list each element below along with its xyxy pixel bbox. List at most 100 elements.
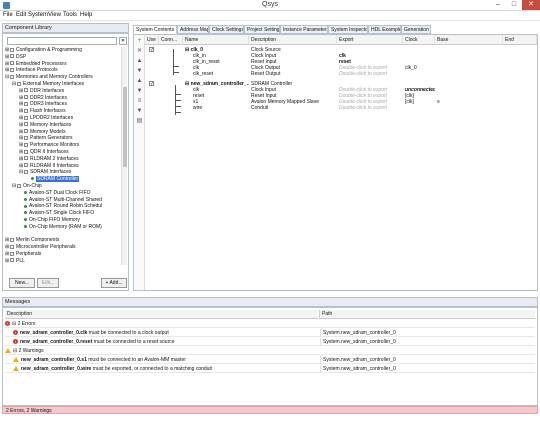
cell-clock[interactable] [405,105,435,111]
tree-item[interactable]: Avalon-ST Round Robin Schedul [19,203,102,209]
col-header-description[interactable]: Description [249,35,337,45]
message-row[interactable]: new_sdram_controller_0.wire must be expo… [5,365,535,373]
maximize-button[interactable]: □ [506,0,522,10]
tree-item[interactable]: Avalon-ST Dual Clock FIFO [19,190,91,196]
tree-folder[interactable]: ⊟ External Memory Interfaces [12,81,84,87]
tree-folder[interactable]: ⊞ PLL [5,258,25,264]
col-header-base[interactable]: Base [435,35,503,45]
menu-system[interactable]: System [28,12,48,18]
tree-item[interactable]: On-Chip FIFO Memory [19,217,80,223]
col-header-name[interactable]: Name [183,35,249,45]
tree-folder[interactable]: ⊞ DSP [5,54,26,60]
tree-label: DSP [16,53,27,60]
table-row[interactable]: clk_reset Reset Output Double-click to exp… [145,71,537,77]
tab-system-inspector[interactable]: System Inspector [328,25,368,34]
menu-tools[interactable]: Tools [63,12,77,18]
menu-view[interactable]: View [48,12,61,18]
menu-file[interactable]: File [3,12,13,18]
tab-project-settings[interactable]: Project Settings [244,25,280,34]
clear-search-icon[interactable]: ✕ [119,37,127,45]
message-row[interactable]: new_sdram_controller_0.s1 must be connec… [5,356,535,364]
col-header-end[interactable]: End [503,35,537,45]
tree-folder[interactable]: ⊞ DDR Interfaces [19,88,64,94]
tree-folder[interactable]: ⊟ On-Chip [12,183,42,189]
connection-stub [175,112,181,113]
tab-instance-parameters[interactable]: Instance Parameters [280,25,328,34]
menu-edit[interactable]: Edit [16,12,26,18]
tree-folder[interactable]: ⊞ DDR3 Interfaces [19,101,67,107]
expand-icon[interactable]: ▼ [136,108,143,115]
tree-folder[interactable]: ⊞ LPDDR2 Interfaces [19,115,73,121]
tree-folder[interactable]: ⊟ Memories and Memory Controllers [5,74,93,80]
columns-icon[interactable]: ▤ [136,118,143,125]
move-top-icon[interactable]: ▲ [136,78,143,85]
folder-icon [24,156,28,161]
folder-icon [10,68,14,73]
library-search-input[interactable] [7,37,117,45]
message-row[interactable]: ! new_sdram_controller_0.clk must be conn… [5,329,535,337]
tree-scrollbar[interactable] [121,47,127,265]
tree-folder[interactable]: ⊞ Microcontroller Peripherals [5,244,75,250]
tree-folder[interactable]: ⊞ Memory Interfaces [19,122,71,128]
messages-col-path[interactable]: Path [319,310,535,319]
tree-item[interactable]: Avalon-ST Single Clock FIFO [19,210,94,216]
messages-col-description[interactable]: Description [5,310,318,319]
edit-component-button[interactable]: Edit... [37,278,59,288]
tree-folder[interactable]: ⊞ Merlin Components [5,237,59,243]
cell-clock[interactable] [405,71,435,77]
add-component-button[interactable]: + Add... [101,278,127,288]
tab-system-contents[interactable]: System Contents [133,25,177,34]
tree-folder[interactable]: ⊞ RLDRAM 2 Interfaces [19,156,79,162]
tree-folder[interactable]: ⊞ Configuration & Programming [5,47,82,53]
cell-export[interactable]: Double-click to export [339,105,403,111]
move-up-icon[interactable]: ▲ [136,58,143,65]
tree-folder[interactable]: ⊞ Memory Models [19,129,66,135]
tree-item[interactable]: On-Chip Memory (RAM or ROM) [19,224,102,230]
message-path: System.new_sdram_controller_0 [320,338,535,346]
tree-folder[interactable]: ⊞ Pattern Generators [19,135,73,141]
col-header-connections[interactable]: Conn... [159,35,183,45]
tree-folder[interactable]: ⊞ Peripherals [5,251,41,257]
warning-icon [13,366,19,372]
message-description: ! new_sdram_controller_0.reset must be co… [5,338,317,346]
tree-folder[interactable]: ⊟ SDRAM Interfaces [19,169,71,175]
tree-scrollbar-thumb[interactable] [123,87,127,167]
filter-icon[interactable]: ≡ [136,98,143,105]
move-down-icon[interactable]: ▼ [136,68,143,75]
tab-hdl-example[interactable]: HDL Example [368,25,401,34]
tree-label: QDR II Interfaces [30,149,69,155]
tree-folder[interactable]: ⊞ QDR II Interfaces [19,149,69,155]
cell-base [437,71,503,77]
cell-export[interactable]: Double-click to export [339,71,403,77]
tree-folder[interactable]: ⊞ Embedded Processors [5,61,67,67]
col-header-clock[interactable]: Clock [403,35,435,45]
minimize-button[interactable]: – [490,0,506,10]
component-icon [24,218,27,222]
use-checkbox[interactable]: ✓ [149,47,154,53]
table-row[interactable]: wire Conduit Double-click to export [145,105,537,111]
tree-item[interactable]: Avalon-ST Multi-Channel Shared [19,197,102,203]
tree-item[interactable]: SDRAM Controller [26,176,80,183]
tree-folder[interactable]: ⊞ Flash Interfaces [19,108,66,114]
close-button[interactable]: ✕ [522,0,540,10]
col-header-export[interactable]: Export [337,35,403,45]
tree-folder[interactable]: ⊞ RLDRAM II Interfaces [19,163,79,169]
tab-address-map[interactable]: Address Map [177,25,209,34]
new-component-button[interactable]: New... [9,278,35,288]
col-header-use[interactable]: Use [145,35,159,45]
message-row[interactable]: ! new_sdram_controller_0.reset must be co… [5,338,535,346]
tab-generation[interactable]: Generation [401,25,431,34]
message-row[interactable]: ⊟ 2 Warnings [5,347,535,355]
message-description: new_sdram_controller_0.wire must be expo… [5,365,317,373]
use-checkbox[interactable]: ✓ [149,81,154,87]
tab-clock-settings[interactable]: Clock Settings [209,25,244,34]
tree-folder[interactable]: ⊞ Performance Monitors [19,142,79,148]
menu-help[interactable]: Help [80,12,92,18]
message-row[interactable]: ! ⊟ 2 Errors [5,320,535,328]
tree-folder[interactable]: ⊞ DDR2 Interfaces [19,95,67,101]
tree-folder[interactable]: ⊞ Interface Protocols [5,67,58,73]
remove-icon[interactable]: ✕ [136,48,143,55]
add-icon[interactable]: + [136,38,143,45]
move-bottom-icon[interactable]: ▼ [136,88,143,95]
menu-bar: File Edit System View Tools Help [0,11,540,21]
